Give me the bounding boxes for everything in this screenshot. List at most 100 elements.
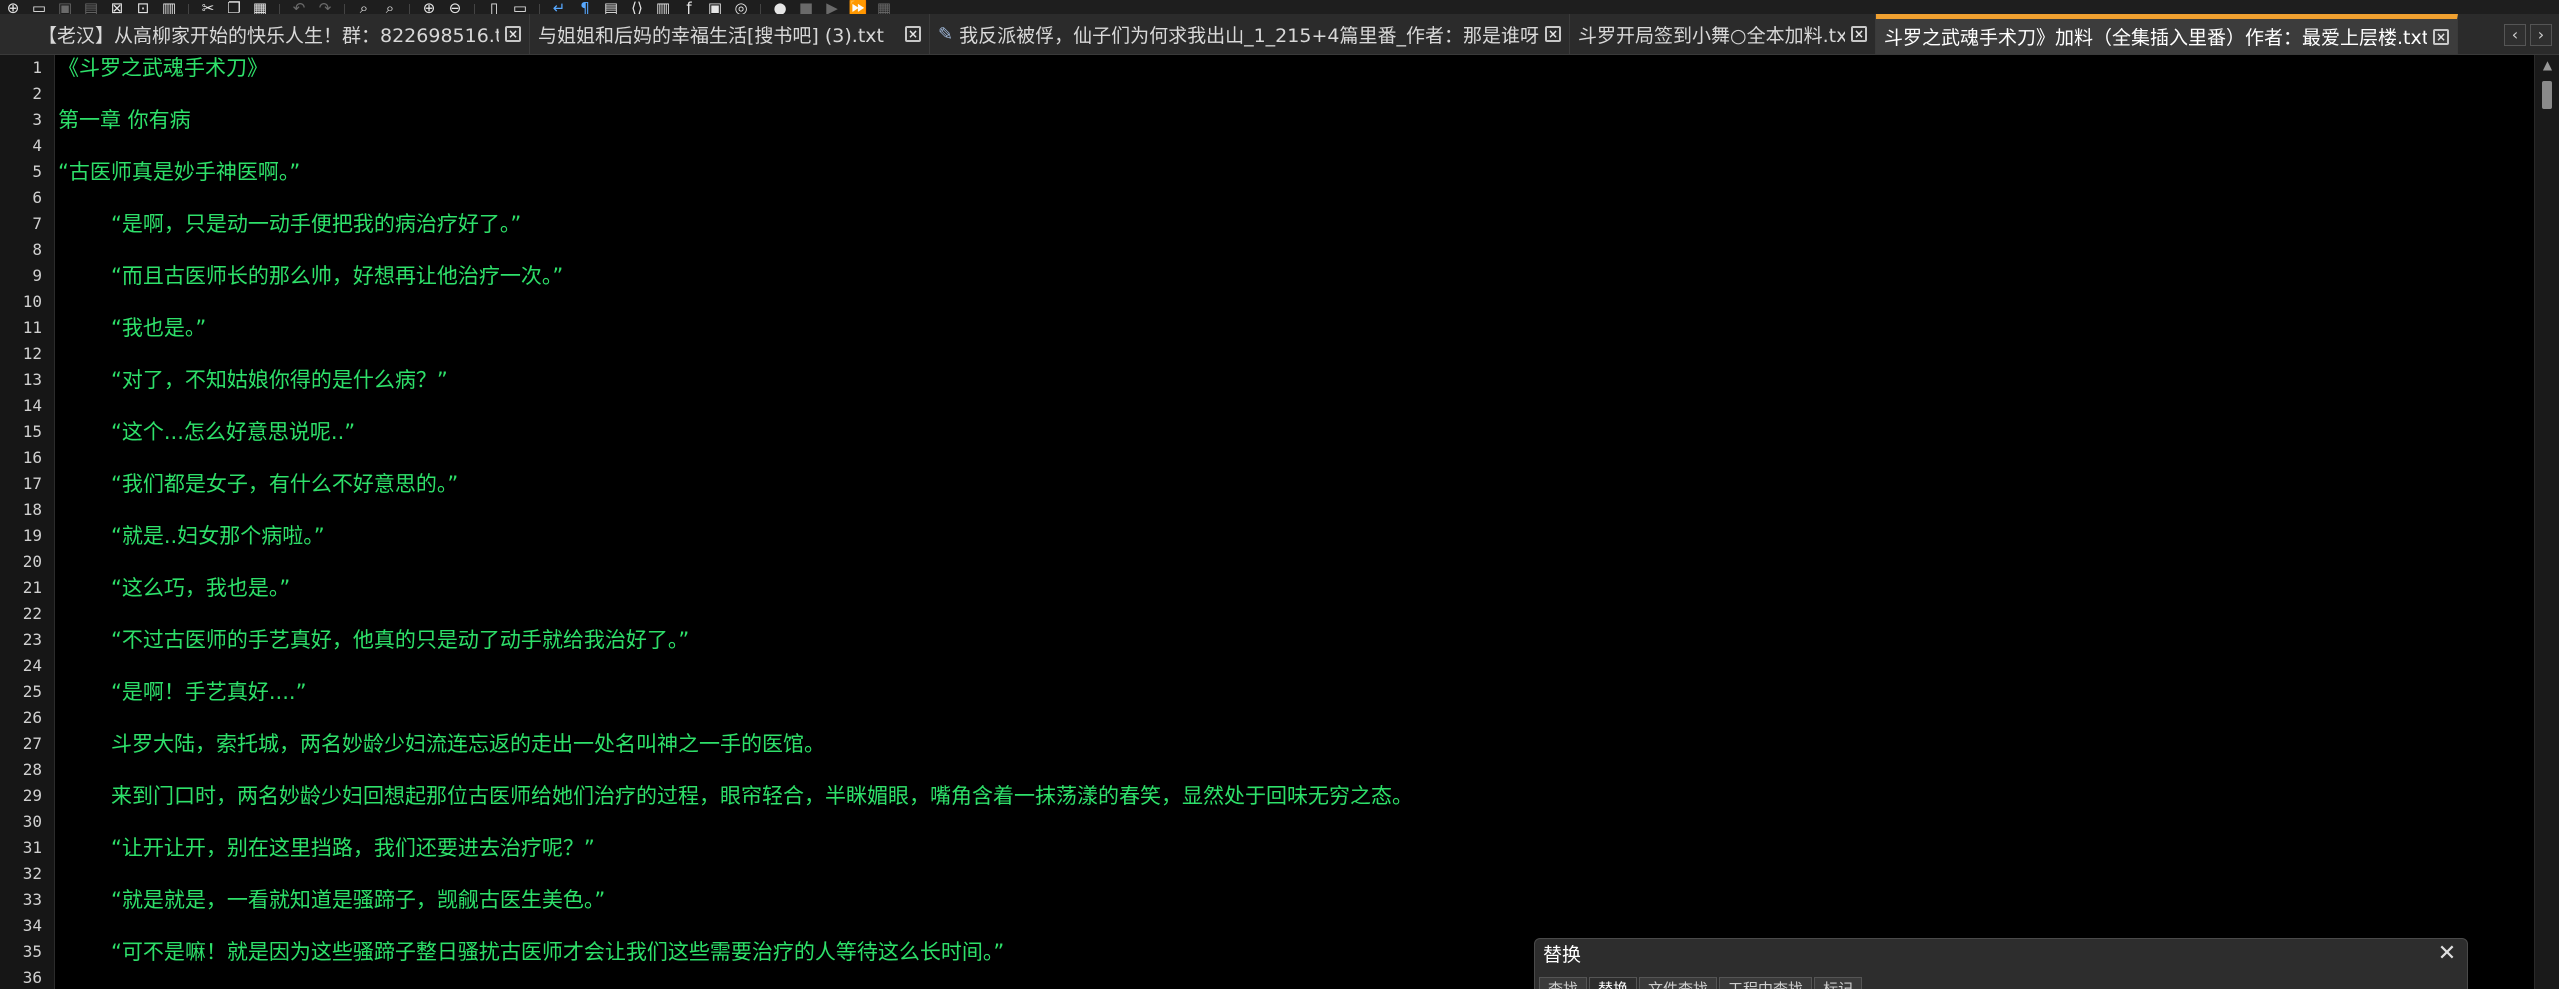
sync-horizontal-icon[interactable]: ▭ (507, 0, 533, 15)
replace-dialog-tab[interactable]: 标记 (1814, 977, 1863, 989)
doc-map-icon[interactable]: ▥ (650, 0, 676, 15)
editor-line[interactable]: 5 “古医师真是妙手神医啊。” (0, 159, 2530, 185)
text-editor-window: ⊕ ▭ ▣ ▤ ⊠ ⊡ ▥ ✂ ❐ ▦ ↶ ↷ ⌕ ⌕ ⊕ ⊖ ▯ ▭ ↵ ¶ ▤ ⟨⟩ ▥ ƒ ▣ ◎ ● ■ ▶ ⏩ ▦ ‹ › 【老汉… (0, 0, 2559, 989)
save-icon[interactable]: ▣ (52, 0, 78, 15)
close-tab-icon[interactable]: × (1545, 26, 1561, 42)
play-macro-icon[interactable]: ▶ (819, 0, 845, 15)
paste-icon[interactable]: ▦ (247, 0, 273, 15)
editor-line[interactable]: 28 (0, 757, 2530, 783)
copy-icon[interactable]: ❐ (221, 0, 247, 15)
editor-line[interactable]: 10 (0, 289, 2530, 315)
editor-line[interactable]: 13 “对了，不知姑娘你得的是什么病？” (0, 367, 2530, 393)
editor-line[interactable]: 4 (0, 133, 2530, 159)
replace-dialog-tab[interactable]: 工程中查找 (1719, 977, 1813, 989)
stop-macro-icon[interactable]: ■ (793, 0, 819, 15)
line-text: “让开让开，别在这里挡路，我们还要进去治疗呢？” (111, 836, 595, 860)
replace-dialog-tabs: 查找 替换 文件查找 工程中查找 标记 (1539, 977, 1864, 989)
editor-line[interactable]: 18 (0, 497, 2530, 523)
editor-line[interactable]: 34 (0, 913, 2530, 939)
editor-line[interactable]: 2 (0, 81, 2530, 107)
editor-line[interactable]: 14 (0, 393, 2530, 419)
editor-line[interactable]: 24 (0, 653, 2530, 679)
cut-icon[interactable]: ✂ (195, 0, 221, 15)
language-icon[interactable]: ⟨⟩ (624, 0, 650, 15)
line-number: 11 (22, 318, 42, 337)
word-wrap-icon[interactable]: ↵ (546, 0, 572, 15)
scroll-up-arrow-icon[interactable]: ▲ (2535, 55, 2559, 75)
editor-line[interactable]: 8 (0, 237, 2530, 263)
editor-line[interactable]: 9 “而且古医师长的那么帅，好想再让他治疗一次。” (0, 263, 2530, 289)
run-macro-multiple-icon[interactable]: ⏩ (845, 0, 871, 15)
save-macro-icon[interactable]: ▦ (871, 0, 897, 15)
close-tab-icon[interactable]: × (1851, 26, 1867, 42)
line-number: 17 (22, 474, 42, 493)
editor-line[interactable]: 30 (0, 809, 2530, 835)
editor-line[interactable]: 20 (0, 549, 2530, 575)
vertical-scrollbar[interactable]: ▲ (2534, 55, 2559, 989)
tab-scroll-right-button[interactable]: › (2530, 24, 2552, 46)
close-tab-icon[interactable]: × (905, 26, 921, 42)
save-all-icon[interactable]: ▤ (78, 0, 104, 15)
close-tab-icon[interactable]: × (2433, 28, 2449, 45)
editor-line[interactable]: 31 “让开让开，别在这里挡路，我们还要进去治疗呢？” (0, 835, 2530, 861)
toolbar-separator (539, 4, 540, 14)
close-file-icon[interactable]: ⊠ (104, 0, 130, 15)
editor-line[interactable]: 3 第一章 你有病 (0, 107, 2530, 133)
editor-line[interactable]: 25 “是啊！手艺真好....” (0, 679, 2530, 705)
editor-line[interactable]: 15 “这个...怎么好意思说呢..” (0, 419, 2530, 445)
editor-line[interactable]: 16 (0, 445, 2530, 471)
line-number: 8 (32, 240, 42, 259)
editor-line[interactable]: 26 (0, 705, 2530, 731)
line-text: “这个...怎么好意思说呢..” (111, 420, 356, 444)
editor-line[interactable]: 19 “就是..妇女那个病啦。” (0, 523, 2530, 549)
editor-line[interactable]: 1 《斗罗之武魂手术刀》 (0, 55, 2530, 81)
editor-line[interactable]: 12 (0, 341, 2530, 367)
tab-label: 斗罗开局签到小舞○全本加料.txt (1578, 24, 1845, 47)
line-text: “是啊！手艺真好....” (111, 680, 307, 704)
editor-line[interactable]: 17 “我们都是女子，有什么不好意思的。” (0, 471, 2530, 497)
document-tab[interactable]: 斗罗开局签到小舞○全本加料.txt × (1570, 14, 1876, 54)
zoom-in-icon[interactable]: ⊕ (416, 0, 442, 15)
find-icon[interactable]: ⌕ (351, 0, 377, 15)
editor-line[interactable]: 32 (0, 861, 2530, 887)
editor-line[interactable]: 6 (0, 185, 2530, 211)
document-tab[interactable]: ✎ 我反派被俘，仙子们为何求我出山_1_215+4篇里番_作者：那是谁呀.txt × (930, 14, 1570, 54)
function-list-icon[interactable]: ƒ (676, 0, 702, 15)
new-file-icon[interactable]: ⊕ (0, 0, 26, 15)
tab-scroll-left-button[interactable]: ‹ (2504, 24, 2526, 46)
folder-workspace-icon[interactable]: ▣ (702, 0, 728, 15)
close-all-icon[interactable]: ⊡ (130, 0, 156, 15)
editor-area[interactable]: 1 《斗罗之武魂手术刀》 2 3 第一章 你有病 4 5 “古医师真是妙手神医啊。” 6 7 “是啊… (0, 55, 2559, 989)
replace-dialog-tab[interactable]: 替换 (1589, 977, 1638, 989)
toolbar: ⊕ ▭ ▣ ▤ ⊠ ⊡ ▥ ✂ ❐ ▦ ↶ ↷ ⌕ ⌕ ⊕ ⊖ ▯ ▭ ↵ ¶ ▤ ⟨⟩ ▥ ƒ ▣ ◎ ● ■ ▶ ⏩ ▦ (0, 0, 2559, 14)
editor-line[interactable]: 22 (0, 601, 2530, 627)
redo-icon[interactable]: ↷ (312, 0, 338, 15)
show-all-chars-icon[interactable]: ¶ (572, 0, 598, 15)
editor-line[interactable]: 23 “不过古医师的手艺真好，他真的只是动了动手就给我治好了。” (0, 627, 2530, 653)
replace-icon[interactable]: ⌕ (377, 0, 403, 15)
record-macro-icon[interactable]: ● (767, 0, 793, 15)
sync-vertical-icon[interactable]: ▯ (481, 0, 507, 15)
tab-label: 斗罗之武魂手术刀》加料（全集插入里番）作者：最爱上层楼.txt (1884, 27, 2427, 49)
zoom-out-icon[interactable]: ⊖ (442, 0, 468, 15)
undo-icon[interactable]: ↶ (286, 0, 312, 15)
open-file-icon[interactable]: ▭ (26, 0, 52, 15)
indent-guide-icon[interactable]: ▤ (598, 0, 624, 15)
monitoring-icon[interactable]: ◎ (728, 0, 754, 15)
editor-line[interactable]: 7 “是啊，只是动一动手便把我的病治疗好了。” (0, 211, 2530, 237)
editor-line[interactable]: 21 “这么巧，我也是。” (0, 575, 2530, 601)
replace-dialog-tab[interactable]: 查找 (1539, 977, 1588, 989)
document-tab[interactable]: 斗罗之武魂手术刀》加料（全集插入里番）作者：最爱上层楼.txt × (1876, 14, 2458, 54)
scroll-thumb[interactable] (2542, 81, 2552, 109)
line-number: 26 (22, 708, 42, 727)
close-tab-icon[interactable]: × (505, 26, 521, 42)
close-icon[interactable]: ✕ (2435, 942, 2459, 966)
print-icon[interactable]: ▥ (156, 0, 182, 15)
editor-line[interactable]: 29 来到门口时，两名妙龄少妇回想起那位古医师给她们治疗的过程，眼帘轻合，半眯媚眼… (0, 783, 2530, 809)
editor-line[interactable]: 27 斗罗大陆，索托城，两名妙龄少妇流连忘返的走出一处名叫神之一手的医馆。 (0, 731, 2530, 757)
editor-line[interactable]: 33 “就是就是，一看就知道是骚蹄子，觊觎古医生美色。” (0, 887, 2530, 913)
editor-line[interactable]: 11 “我也是。” (0, 315, 2530, 341)
replace-dialog-tab[interactable]: 文件查找 (1639, 977, 1718, 989)
document-tab[interactable]: 【老汉】从高柳家开始的快乐人生！群：822698516.txt × (30, 14, 530, 54)
document-tab[interactable]: 与姐姐和后妈的幸福生活[搜书吧] (3).txt × (530, 14, 930, 54)
